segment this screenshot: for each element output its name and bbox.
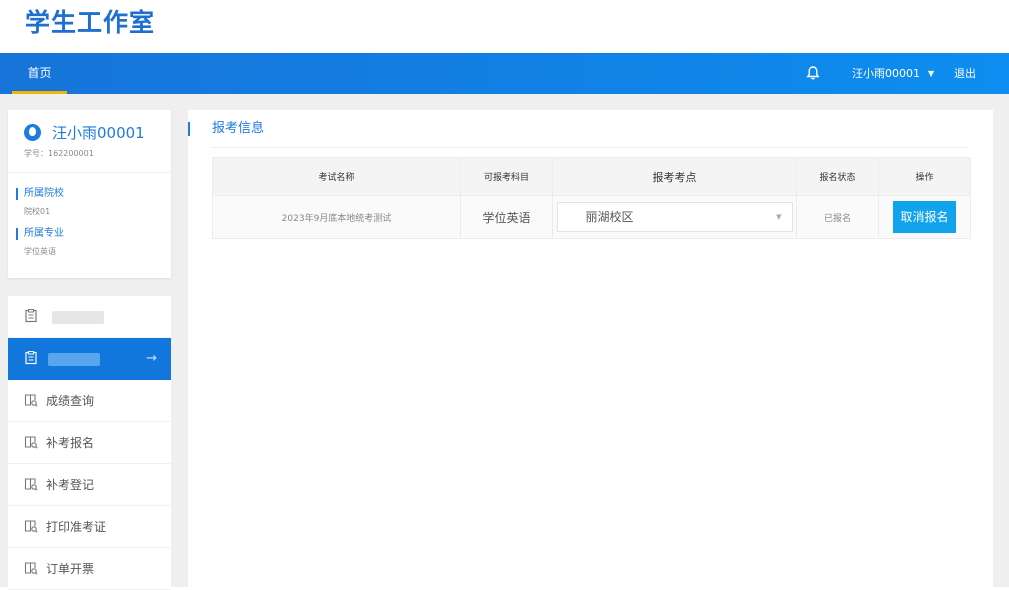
major-label: 所属专业	[16, 228, 64, 240]
site-title: 学生工作室	[25, 8, 156, 37]
sidebar-item-label: 补考登记	[46, 478, 95, 492]
sidebar-item-makeup-register[interactable]: 补考报名	[8, 422, 171, 464]
column-header-status: 报名状态	[796, 157, 879, 196]
bell-icon[interactable]	[806, 65, 820, 81]
book-search-icon	[24, 436, 38, 449]
arrow-right-icon: →	[146, 351, 157, 366]
site-cell: 丽湖校区 ▼	[552, 195, 797, 239]
avatar-icon	[24, 124, 41, 141]
status-cell: 已报名	[796, 195, 879, 239]
sidebar-item-label: 打印准考证	[46, 520, 107, 534]
exam-site-select[interactable]: 丽湖校区 ▼	[556, 202, 793, 232]
column-header-site: 报考考点	[552, 157, 797, 196]
sidebar-item-grades[interactable]: 成绩查询	[8, 380, 171, 422]
chevron-down-icon[interactable]: ▼	[928, 53, 934, 94]
school-label: 所属院校	[16, 188, 64, 200]
table-header-row: 考试名称 可报考科目 报考考点 报名状态 操作	[212, 157, 971, 196]
nav-home-tab[interactable]: 首页	[12, 53, 67, 94]
column-header-exam-name: 考试名称	[212, 157, 461, 196]
profile-card: 汪小雨00001 学号：162200001 所属院校 院校01 所属专业 学位英…	[8, 110, 171, 278]
redacted-label	[48, 353, 100, 366]
book-search-icon	[24, 478, 38, 491]
sidebar-item-active[interactable]: →	[8, 338, 171, 380]
book-search-icon	[24, 562, 38, 575]
book-search-icon	[24, 394, 38, 407]
logout-link[interactable]: 退出	[954, 53, 976, 94]
column-header-subject: 可报考科目	[460, 157, 553, 196]
action-cell: 取消报名	[878, 195, 971, 239]
sidebar-item-label: 成绩查询	[46, 394, 95, 408]
main-panel: 报考信息 考试名称 可报考科目 报考考点 报名状态 操作 2023年9月底本地统…	[188, 110, 993, 587]
cancel-registration-button[interactable]: 取消报名	[893, 201, 956, 233]
book-search-icon	[24, 520, 38, 533]
student-id: 学号：162200001	[24, 149, 94, 158]
section-title: 报考信息	[188, 122, 264, 136]
column-header-action: 操作	[878, 157, 971, 196]
table-row: 2023年9月底本地统考测试 学位英语 丽湖校区 ▼ 已报名 取消报名	[212, 195, 971, 239]
top-navbar: 首页 汪小雨00001 ▼ 退出	[0, 53, 1009, 94]
exam-table: 考试名称 可报考科目 报考考点 报名状态 操作 2023年9月底本地统考测试 学…	[212, 157, 971, 239]
redacted-label	[52, 311, 104, 324]
school-value: 院校01	[24, 207, 51, 216]
sidebar-item-label: 订单开票	[46, 562, 95, 576]
document-icon	[25, 309, 37, 323]
chevron-down-icon: ▼	[776, 213, 782, 221]
subject-cell: 学位英语	[460, 195, 553, 239]
sidebar-menu: → 成绩查询 补考报名 补考登记 打印准考证 订单开票	[8, 296, 171, 590]
exam-site-value: 丽湖校区	[585, 210, 634, 224]
profile-name: 汪小雨00001	[52, 124, 145, 142]
sidebar-item-label: 补考报名	[46, 436, 95, 450]
exam-name-cell: 2023年9月底本地统考测试	[212, 195, 461, 239]
major-value: 学位英语	[24, 247, 56, 256]
divider	[212, 147, 968, 148]
user-menu[interactable]: 汪小雨00001	[852, 53, 920, 94]
sidebar-item-print-admission[interactable]: 打印准考证	[8, 506, 171, 548]
sidebar-item-invoice[interactable]: 订单开票	[8, 548, 171, 590]
sidebar-item-makeup-record[interactable]: 补考登记	[8, 464, 171, 506]
document-icon	[25, 351, 37, 365]
sidebar-item-redacted[interactable]	[8, 296, 171, 338]
divider	[8, 172, 171, 173]
